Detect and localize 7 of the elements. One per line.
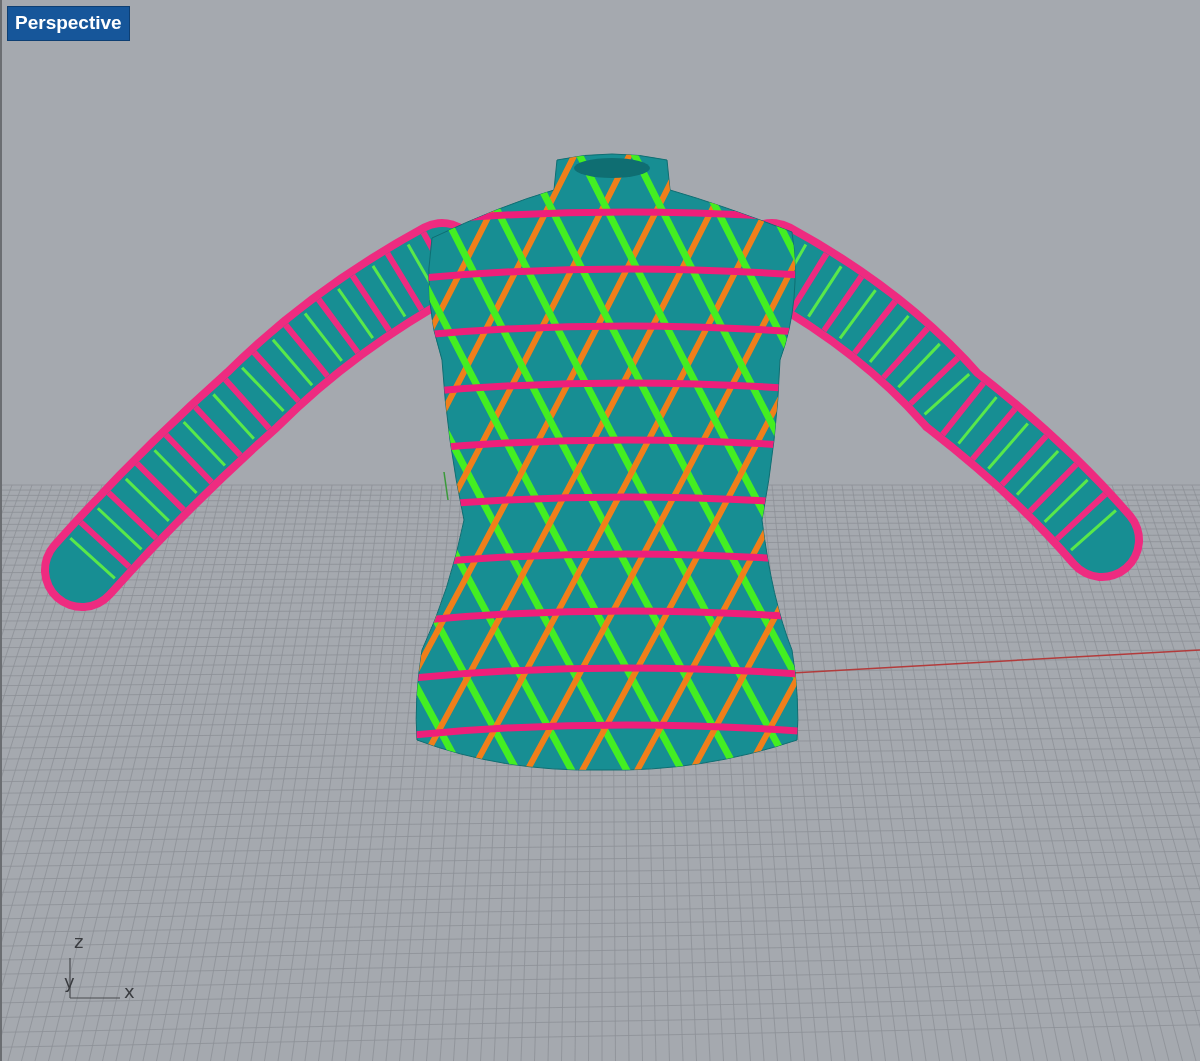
- viewport-title[interactable]: Perspective: [7, 6, 130, 41]
- axis-label: x: [124, 981, 135, 1002]
- mannequin-drawing[interactable]: [41, 153, 1143, 771]
- y-axis-line: [443, 471, 449, 501]
- axis-label: z: [74, 931, 84, 952]
- perspective-viewport[interactable]: z y x Perspective: [0, 0, 1200, 1061]
- axis-label: y: [64, 971, 75, 992]
